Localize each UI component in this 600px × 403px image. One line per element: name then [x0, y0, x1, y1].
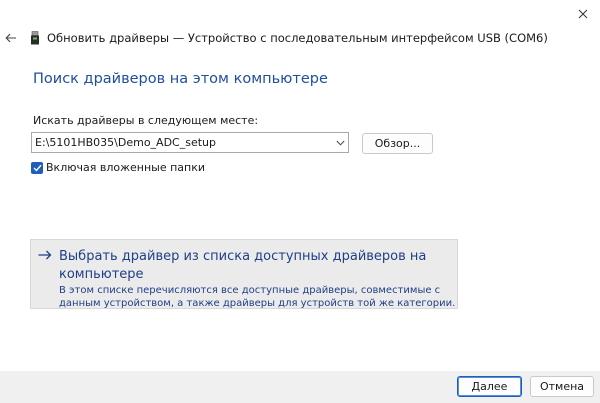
- back-button[interactable]: [2, 29, 20, 47]
- back-arrow-icon: [5, 33, 16, 43]
- browse-button[interactable]: Обзор...: [362, 133, 433, 154]
- include-subfolders-label[interactable]: Включая вложенные папки: [46, 161, 205, 174]
- include-subfolders-checkbox[interactable]: [31, 162, 43, 174]
- pick-from-list-title: Выбрать драйвер из списка доступных драй…: [59, 249, 427, 282]
- chevron-down-icon: [335, 140, 345, 146]
- search-location-dropdown[interactable]: [332, 133, 348, 152]
- search-location-label: Искать драйверы в следующем месте:: [33, 114, 259, 127]
- dialog-title: Обновить драйверы — Устройство с последо…: [47, 31, 548, 45]
- page-heading: Поиск драйверов на этом компьютере: [33, 71, 328, 87]
- checkmark-icon: [33, 164, 42, 172]
- arrow-right-icon: [38, 250, 52, 260]
- search-location-combobox[interactable]: E:\5101HB035\Demo_ADC_setup: [31, 132, 349, 153]
- next-button[interactable]: Далее: [457, 376, 522, 397]
- pick-from-list-option[interactable]: Выбрать драйвер из списка доступных драй…: [30, 239, 458, 309]
- pick-from-list-description: В этом списке перечисляются все доступны…: [59, 285, 456, 309]
- cancel-button[interactable]: Отмена: [530, 376, 594, 397]
- close-button[interactable]: [572, 3, 594, 25]
- update-drivers-dialog: Обновить драйверы — Устройство с последо…: [0, 0, 600, 403]
- usb-device-icon: [31, 31, 39, 45]
- search-location-input[interactable]: E:\5101HB035\Demo_ADC_setup: [32, 136, 332, 149]
- close-icon: [578, 9, 588, 19]
